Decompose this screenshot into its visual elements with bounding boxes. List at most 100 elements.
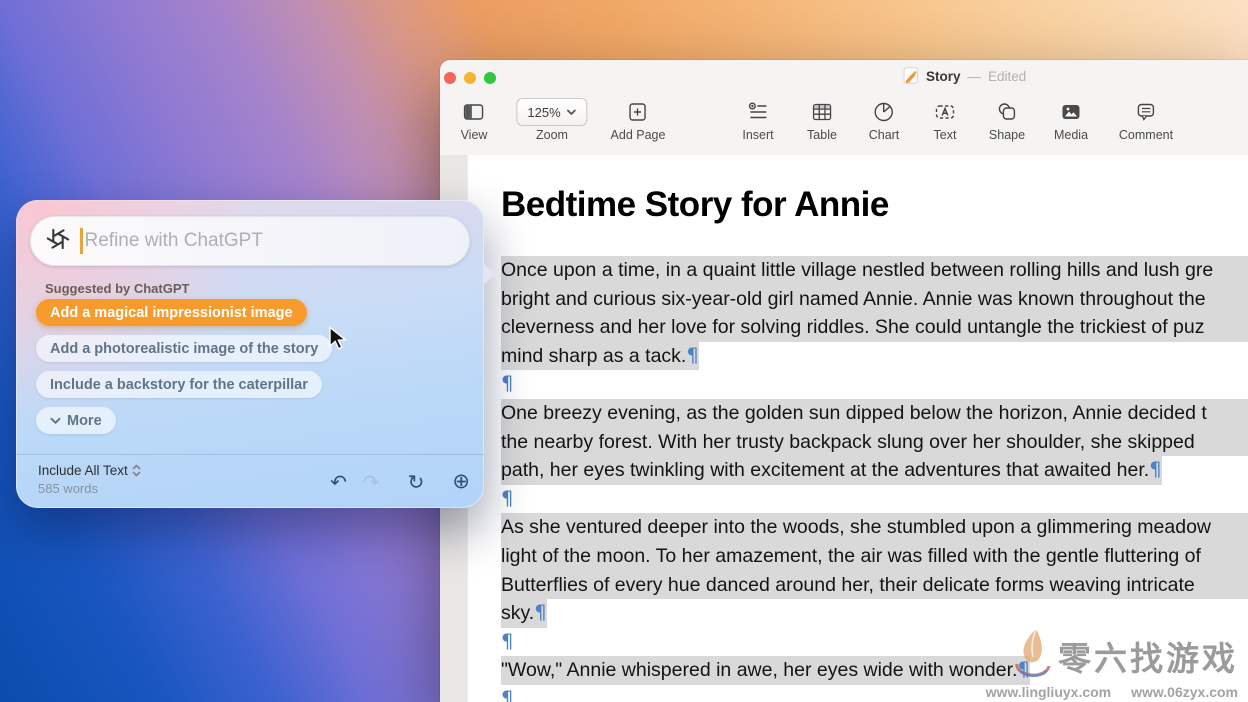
line-text: mind sharp as a tack.	[501, 345, 686, 367]
document-line: light of the moon. To her amazement, the…	[501, 542, 1248, 571]
line-text: light of the moon. To her amazement, the…	[501, 545, 1201, 567]
document-line: mind sharp as a tack.¶	[501, 342, 1248, 371]
popup-tail	[483, 263, 496, 285]
zoom-level-value: 125%	[527, 105, 560, 120]
document-line: cleverness and her love for solving ridd…	[501, 313, 1248, 342]
toolbar-item-view[interactable]: View	[461, 98, 488, 142]
pilcrow-mark: ¶	[686, 344, 698, 367]
pilcrow-mark: ¶	[501, 372, 513, 395]
view-icon	[461, 100, 487, 124]
fullscreen-button[interactable]	[484, 72, 496, 84]
chart-icon	[872, 100, 896, 124]
pilcrow-mark: ¶	[501, 630, 513, 653]
line-text: sky.	[501, 602, 534, 624]
toolbar-item-insert[interactable]: Insert	[742, 98, 773, 142]
table-icon	[809, 100, 835, 124]
refine-input-placeholder: Refine with ChatGPT	[85, 230, 263, 252]
comment-icon	[1133, 100, 1159, 124]
shape-icon	[994, 100, 1020, 124]
document-empty-line: ¶	[501, 370, 1248, 399]
watermark-url: www.lingliuyx.com	[986, 684, 1112, 700]
more-suggestions-button[interactable]: More	[36, 407, 116, 434]
line-text: As she ventured deeper into the woods, s…	[501, 516, 1211, 538]
toolbar-item-label: Chart	[869, 128, 900, 142]
chevron-down-icon	[567, 109, 577, 116]
line-text: One breezy evening, as the golden sun di…	[501, 402, 1207, 424]
toolbar-item-label: Table	[807, 128, 837, 142]
close-button[interactable]	[444, 72, 456, 84]
pilcrow-mark: ¶	[501, 487, 513, 510]
document-heading: Bedtime Story for Annie	[501, 185, 1248, 225]
pilcrow-mark: ¶	[1149, 458, 1161, 481]
toolbar-item-label: Comment	[1119, 128, 1173, 142]
line-text: path, her eyes twinkling with excitement…	[501, 459, 1149, 481]
document-line: As she ventured deeper into the woods, s…	[501, 513, 1248, 542]
document-line: One breezy evening, as the golden sun di…	[501, 399, 1248, 428]
line-text: the nearby forest. With her trusty backp…	[501, 431, 1195, 453]
title-edited-status: Edited	[988, 69, 1026, 84]
line-text: bright and curious six-year-old girl nam…	[501, 288, 1206, 310]
add-page-icon	[626, 100, 650, 124]
word-count: 585 words	[38, 481, 98, 496]
title-dash: —	[968, 69, 982, 84]
add-button[interactable]: ⊕	[452, 471, 470, 492]
document-empty-line: ¶	[501, 485, 1248, 514]
window-titlebar[interactable]: Story — Edited	[440, 60, 1248, 93]
suggestion-pill-2[interactable]: Add a photorealistic image of the story	[36, 335, 332, 362]
media-icon	[1058, 100, 1084, 124]
insert-icon	[745, 100, 771, 124]
pilcrow-mark: ¶	[534, 601, 546, 624]
toolbar-item-label: Text	[932, 128, 958, 142]
window-title: Story — Edited	[903, 60, 1026, 93]
document-line: sky.¶	[501, 599, 1248, 628]
pages-window: Story — Edited View 125% Zoom Add Page Inser…	[440, 60, 1248, 702]
toolbar-item-comment[interactable]: Comment	[1119, 98, 1173, 142]
mouse-cursor	[328, 326, 350, 352]
text-icon	[932, 100, 958, 124]
document-line: Once upon a time, in a quaint little vil…	[501, 256, 1248, 285]
toolbar-item-label: Add Page	[611, 128, 666, 142]
suggestion-pill-1[interactable]: Add a magical impressionist image	[36, 299, 307, 326]
document-line: the nearby forest. With her trusty backp…	[501, 428, 1248, 457]
chevron-down-icon	[50, 417, 61, 425]
text-caret	[80, 228, 83, 254]
pilcrow-mark: ¶	[501, 687, 513, 702]
document-title-text: Story	[926, 69, 961, 84]
watermark-flame-icon	[1010, 628, 1056, 683]
traffic-lights	[444, 72, 496, 84]
suggested-by-label: Suggested by ChatGPT	[45, 281, 189, 296]
watermark-site-name: 零六找游戏	[1058, 632, 1238, 680]
toolbar-item-table[interactable]: Table	[807, 98, 837, 142]
document-line: bright and curious six-year-old girl nam…	[501, 285, 1248, 314]
redo-button: ↷	[363, 472, 380, 492]
toolbar-item-label: View	[461, 128, 488, 142]
minimize-button[interactable]	[464, 72, 476, 84]
pages-doc-icon	[903, 67, 919, 87]
include-all-text-selector[interactable]: Include All Text	[38, 463, 141, 478]
toolbar-item-label: Media	[1054, 128, 1088, 142]
toolbar-item-label: Insert	[742, 128, 773, 142]
toolbar-item-text[interactable]: Text	[932, 98, 958, 142]
popup-footer: Include All Text 585 words ↶ ↷ ↻ ⊕	[16, 454, 484, 508]
toolbar-item-zoom[interactable]: 125% Zoom	[516, 98, 587, 142]
retry-button[interactable]: ↻	[408, 472, 425, 492]
line-text: "Wow," Annie whispered in awe, her eyes …	[501, 659, 1017, 681]
document-canvas: Bedtime Story for Annie Once upon a time…	[440, 155, 1248, 702]
zoom-level-dropdown[interactable]: 125%	[516, 98, 587, 126]
chatgpt-logo-icon	[45, 226, 71, 257]
undo-button[interactable]: ↶	[330, 472, 347, 492]
toolbar-item-chart[interactable]: Chart	[869, 98, 900, 142]
watermark: 零六找游戏 www.lingliuyx.comwww.06zyx.com	[986, 628, 1238, 700]
toolbar: View 125% Zoom Add Page Insert Table Chart Text…	[440, 93, 1248, 156]
toolbar-item-add-page[interactable]: Add Page	[611, 98, 666, 142]
toolbar-item-shape[interactable]: Shape	[989, 98, 1025, 142]
toolbar-item-label: Zoom	[516, 128, 587, 142]
line-text: Once upon a time, in a quaint little vil…	[501, 259, 1213, 281]
suggestion-pill-3[interactable]: Include a backstory for the caterpillar	[36, 371, 322, 398]
refine-input[interactable]: Refine with ChatGPT	[30, 216, 470, 266]
document-page[interactable]: Bedtime Story for Annie Once upon a time…	[467, 155, 1248, 702]
up-down-chevron-icon	[132, 464, 141, 477]
document-line: Butterflies of every hue danced around h…	[501, 571, 1248, 600]
document-line: path, her eyes twinkling with excitement…	[501, 456, 1248, 485]
toolbar-item-media[interactable]: Media	[1054, 98, 1088, 142]
